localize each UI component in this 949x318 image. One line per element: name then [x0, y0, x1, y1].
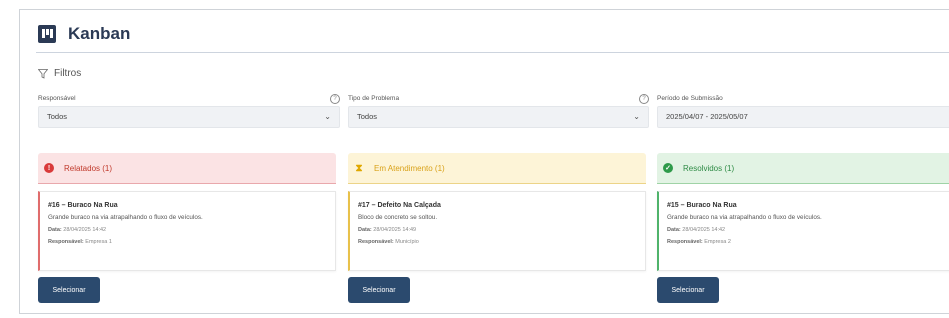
column-title: Em Atendimento (1) [374, 163, 445, 173]
responsavel-select[interactable]: Todos ⌄ [38, 106, 340, 128]
card-responsavel: Responsável: Município [358, 239, 419, 245]
card-title: #15 – Buraco Na Rua [667, 202, 737, 209]
responsavel-value: Todos [47, 112, 68, 121]
kanban-board-icon [38, 25, 56, 43]
periodo-date-range[interactable]: 2025/04/07 - 2025/05/07 [657, 106, 949, 128]
issue-card[interactable]: #15 – Buraco Na Rua Grande buraco na via… [657, 191, 949, 271]
help-icon[interactable]: ? [639, 94, 649, 104]
column-title: Relatados (1) [64, 163, 113, 173]
filter-icon [38, 68, 48, 79]
card-description: Bloco de concreto se soltou. [358, 214, 438, 221]
issue-card[interactable]: #17 – Defeito Na Calçada Bloco de concre… [348, 191, 646, 271]
page-header: Kanban [38, 24, 130, 44]
hourglass-icon: ⧗ [355, 162, 363, 174]
card-date: Data: 28/04/2025 14:42 [48, 227, 107, 233]
filters-heading: Filtros [54, 68, 82, 79]
header-divider [36, 52, 949, 53]
alert-circle-icon: ! [44, 163, 54, 173]
help-icon[interactable]: ? [330, 94, 340, 104]
column-resolvidos: ✓ Resolvidos (1) #15 – Buraco Na Rua Gra… [657, 153, 949, 303]
column-header: ! Relatados (1) [38, 153, 336, 184]
chevron-down-icon: ⌄ [324, 112, 331, 121]
tipo-select[interactable]: Todos ⌄ [348, 106, 649, 128]
periodo-label: Período de Submissão [657, 95, 723, 102]
card-title: #17 – Defeito Na Calçada [358, 202, 441, 209]
column-header: ✓ Resolvidos (1) [657, 153, 949, 184]
filters-toggle[interactable]: Filtros [38, 68, 81, 79]
check-circle-icon: ✓ [663, 163, 673, 173]
tipo-value: Todos [357, 112, 378, 121]
card-description: Grande buraco na via atrapalhando o flux… [48, 214, 203, 221]
card-responsavel: Responsável: Empresa 1 [48, 239, 112, 245]
periodo-value: 2025/04/07 - 2025/05/07 [666, 112, 748, 121]
column-title: Resolvidos (1) [683, 163, 735, 173]
select-button[interactable]: Selecionar [348, 277, 410, 303]
column-header: ⧗ Em Atendimento (1) [348, 153, 646, 184]
select-button[interactable]: Selecionar [38, 277, 100, 303]
select-button[interactable]: Selecionar [657, 277, 719, 303]
card-responsavel: Responsável: Empresa 2 [667, 239, 731, 245]
responsavel-label: Responsável [38, 95, 76, 102]
chevron-down-icon: ⌄ [633, 112, 640, 121]
issue-card[interactable]: #16 – Buraco Na Rua Grande buraco na via… [38, 191, 336, 271]
page-title: Kanban [68, 24, 131, 43]
card-date: Data: 28/04/2025 14:42 [667, 227, 726, 233]
card-description: Grande buraco na via atrapalhando o flux… [667, 214, 822, 221]
card-date: Data: 28/04/2025 14:49 [358, 227, 417, 233]
column-relatados: ! Relatados (1) #16 – Buraco Na Rua Gran… [38, 153, 336, 303]
card-title: #16 – Buraco Na Rua [48, 202, 118, 209]
column-em-atendimento: ⧗ Em Atendimento (1) #17 – Defeito Na Ca… [348, 153, 646, 303]
tipo-label: Tipo de Problema [348, 95, 400, 102]
kanban-panel: Kanban Filtros Responsável ? Todos ⌄ Tip… [19, 9, 949, 314]
